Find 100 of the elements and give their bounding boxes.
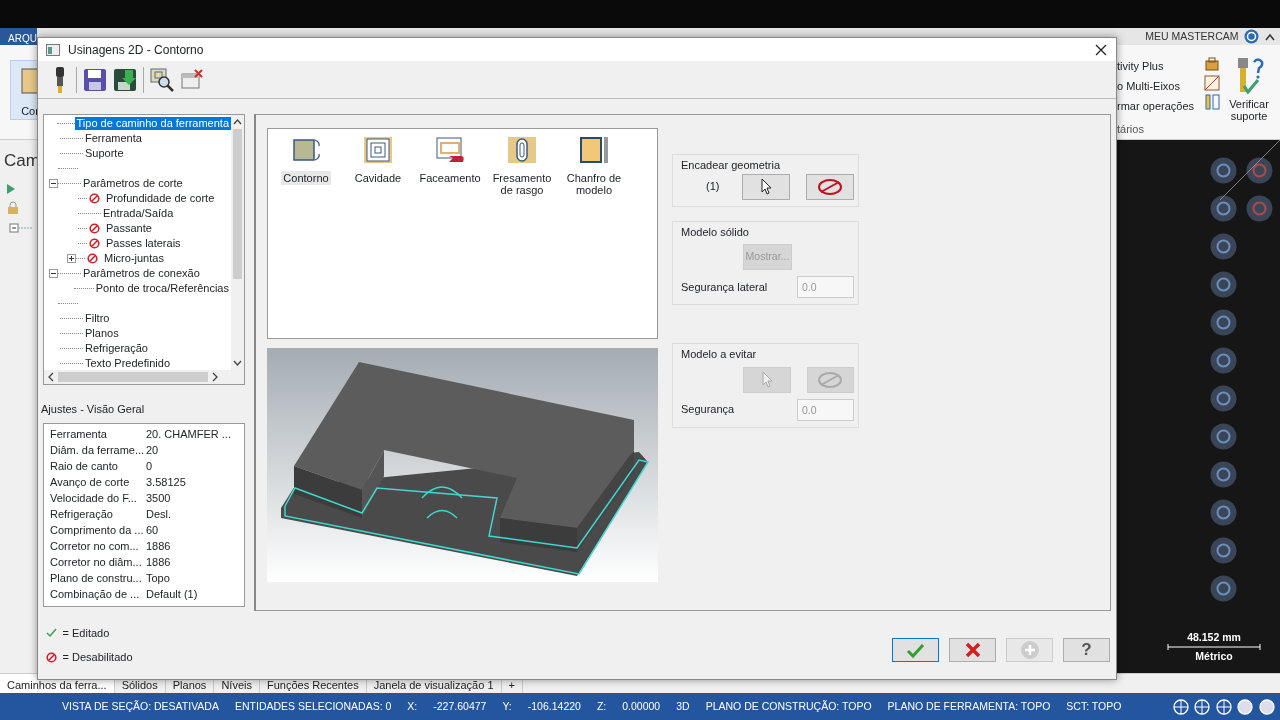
scrollbar-thumb[interactable]	[233, 129, 242, 279]
group-title: Encadear geometria	[681, 158, 782, 173]
account-link[interactable]: MEU MASTERCAM	[1145, 28, 1239, 45]
tree-item[interactable]: Tipo de caminho da ferramenta	[74, 117, 231, 130]
scrollbar-thumb[interactable]	[58, 372, 208, 382]
ribbon-item[interactable]: rmar operações	[1117, 96, 1197, 116]
tree-item[interactable]: Entrada/Saída	[101, 207, 176, 220]
ribbon-item[interactable]: o Multi-Eixos	[1117, 76, 1197, 96]
toolbox-icon[interactable]	[1204, 56, 1220, 72]
viewport-tool-icon[interactable]	[1210, 575, 1237, 602]
status-text: SCT: TOPO	[1066, 698, 1122, 714]
window-icon	[46, 43, 60, 56]
pocket-icon[interactable]	[363, 136, 393, 164]
toolpath-type[interactable]: Contorno	[281, 171, 331, 185]
cancel-button[interactable]	[949, 638, 996, 662]
clear-chain-button[interactable]	[806, 173, 854, 200]
setting-label: Corretor no diâm...	[50, 555, 143, 571]
tree-item[interactable]: Filtro	[83, 312, 112, 325]
tree-item[interactable]: Refrigeração	[83, 342, 150, 355]
status-text: ENTIDADES SELECIONADAS: 0	[234, 698, 392, 714]
window-title: Usinagens 2D - Contorno	[68, 41, 204, 59]
group-title: Modelo a evitar	[681, 347, 758, 362]
status-text: 0.00000	[622, 698, 661, 714]
display-mode-icon[interactable]	[1194, 698, 1210, 715]
viewport-tool-icon[interactable]	[1210, 385, 1237, 412]
contour-icon[interactable]	[291, 136, 321, 164]
close-icon	[964, 642, 981, 658]
select-chain-button[interactable]	[742, 173, 791, 200]
check-icon	[46, 627, 57, 639]
cursor-icon	[759, 371, 774, 388]
setting-value: 20. CHAMFER ...	[146, 427, 231, 443]
toolpath-type[interactable]: Cavidade	[352, 171, 404, 185]
expander-icon[interactable]	[49, 179, 58, 188]
collapse-icon[interactable]	[1264, 32, 1275, 41]
setting-label: Raio de canto	[50, 459, 119, 475]
status-text: Z:	[596, 698, 607, 714]
setting-label: Avanço de corte	[50, 475, 131, 491]
setting-value: Desl.	[146, 507, 172, 523]
status-text: Y:	[502, 698, 512, 714]
cancel-select-icon	[817, 370, 844, 389]
field-label: Segurança	[681, 402, 735, 418]
setting-label: Combinação de ...	[50, 587, 141, 603]
grid-icon[interactable]	[1204, 74, 1220, 91]
display-mode-icon[interactable]	[1258, 698, 1275, 715]
setting-label: Plano de constru...	[50, 571, 143, 587]
viewport-tool-icon[interactable]	[1210, 233, 1237, 260]
viewport-tool-icon[interactable]	[1210, 499, 1237, 526]
layout-icon[interactable]	[1204, 93, 1220, 110]
help-icon[interactable]	[1244, 29, 1259, 44]
toolpath-type[interactable]: Fresamento de rasgo	[488, 171, 556, 197]
plus-icon	[1019, 640, 1040, 660]
display-mode-icon[interactable]	[1172, 698, 1189, 715]
help-button[interactable]: ?	[1063, 638, 1110, 662]
cursor-icon	[759, 178, 774, 195]
tree-collapse-icon[interactable]	[6, 220, 32, 235]
display-mode-icon[interactable]	[1237, 698, 1253, 715]
setting-label: Refrigeração	[50, 507, 114, 523]
facing-icon[interactable]	[435, 136, 465, 164]
viewport-tool-icon[interactable]	[1210, 271, 1237, 298]
viewport-tool-icon[interactable]	[1246, 195, 1273, 222]
setting-value: 60	[146, 523, 159, 539]
scale-bar-icon	[1167, 644, 1261, 650]
viewport-tool-icon[interactable]	[1210, 347, 1237, 374]
expander-icon[interactable]	[49, 269, 58, 278]
viewport-tool-icon[interactable]	[1210, 195, 1237, 222]
viewport-tool-icon[interactable]	[1210, 157, 1237, 184]
tree-item[interactable]: Parâmetros de conexão	[81, 267, 202, 280]
window-delete-icon[interactable]	[180, 67, 204, 92]
tree-item[interactable]: Ponto de troca/Referências	[93, 282, 231, 295]
status-text: -227.60477	[433, 698, 487, 714]
ok-button[interactable]	[892, 638, 939, 662]
setting-label: Ferramenta	[50, 427, 108, 443]
section-title: Ajustes - Visão Geral	[41, 402, 146, 417]
file-tab[interactable]: ARQU	[0, 28, 37, 45]
viewport-tool-icon[interactable]	[1210, 423, 1237, 450]
setting-label: Corretor no com...	[50, 539, 140, 555]
tree-item[interactable]: Texto Predefinido	[83, 357, 172, 370]
magnifier-icon[interactable]	[150, 67, 174, 92]
verify-support-button[interactable]: Verificar suporte	[1224, 56, 1274, 139]
tree-item[interactable]: Suporte	[83, 147, 126, 160]
tree-item[interactable]: Ferramenta	[83, 132, 144, 145]
status-text: 3D	[676, 698, 690, 714]
slot-icon[interactable]	[507, 136, 537, 164]
group-title: Modelo sólido	[681, 224, 750, 240]
setting-value: 1886	[146, 539, 171, 555]
save-icon[interactable]	[83, 67, 107, 92]
viewport-tool-icon[interactable]	[1210, 537, 1237, 564]
close-icon[interactable]	[1095, 43, 1107, 56]
setting-value: 0	[146, 459, 153, 475]
viewport-tool-icon[interactable]	[1210, 461, 1237, 488]
toolpath-type[interactable]: Faceamento	[417, 171, 483, 185]
ribbon-item[interactable]: tivity Plus	[1117, 56, 1197, 76]
viewport-tool-icon[interactable]	[1210, 309, 1237, 336]
tree-item[interactable]: Planos	[83, 327, 121, 340]
viewport-tool-icon[interactable]	[1246, 157, 1273, 184]
setting-value: 20	[146, 443, 159, 459]
chamfer-icon[interactable]	[579, 136, 609, 164]
display-mode-icon[interactable]	[1215, 698, 1232, 715]
tree-item[interactable]: Parâmetros de corte	[81, 177, 185, 190]
toolpath-type[interactable]: Chanfro de modelo	[560, 171, 628, 197]
